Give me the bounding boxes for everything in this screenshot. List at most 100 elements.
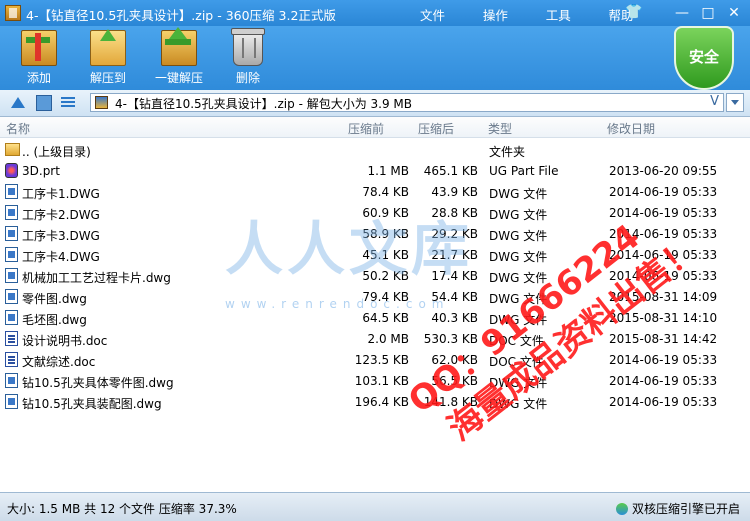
menu-operation[interactable]: 操作 bbox=[483, 5, 508, 24]
file-type: DWG 文件 bbox=[489, 376, 548, 390]
one-click-extract-label: 一键解压 bbox=[154, 71, 203, 85]
file-type: DOC 文件 bbox=[489, 334, 544, 348]
file-size: 465.1 KB bbox=[423, 164, 478, 178]
file-modified: 2015-08-31 14:42 bbox=[609, 332, 718, 346]
add-archive-icon bbox=[21, 30, 57, 66]
add-button[interactable]: 添加 bbox=[4, 30, 74, 86]
add-label: 添加 bbox=[26, 71, 51, 85]
file-name: 钻10.5孔夹具装配图.dwg bbox=[22, 397, 162, 411]
file-name: 工序卡2.DWG bbox=[22, 208, 100, 222]
file-name: .. (上级目录) bbox=[22, 145, 91, 159]
file-size: 530.3 KB bbox=[423, 332, 478, 346]
file-modified: 2014-06-19 05:33 bbox=[609, 353, 718, 367]
file-row[interactable]: 钻10.5孔夹具装配图.dwg 196.4 KB 141.8 KB DWG 文件… bbox=[0, 391, 750, 412]
dwg-file-icon bbox=[5, 373, 18, 388]
file-modified: 2014-06-19 05:33 bbox=[609, 374, 718, 388]
file-name: 3D.prt bbox=[22, 164, 60, 178]
file-name: 设计说明书.doc bbox=[22, 334, 108, 348]
file-modified: 2014-06-19 05:33 bbox=[609, 395, 718, 409]
zip-file-icon bbox=[95, 96, 108, 109]
dwg-file-icon bbox=[5, 226, 18, 241]
list-view-icon[interactable] bbox=[60, 95, 76, 111]
file-type: DWG 文件 bbox=[489, 292, 548, 306]
extract-to-button[interactable]: 解压到 bbox=[73, 29, 143, 86]
column-name[interactable]: 名称 bbox=[6, 120, 30, 137]
file-type: UG Part File bbox=[489, 164, 559, 178]
thumbnail-view-icon[interactable] bbox=[36, 95, 52, 111]
maximize-button[interactable]: □ bbox=[698, 4, 718, 22]
file-packed: 1.1 MB bbox=[367, 164, 409, 178]
file-modified: 2014-06-19 05:33 bbox=[609, 185, 718, 199]
close-button[interactable]: ✕ bbox=[724, 4, 744, 22]
address-v-mark: V bbox=[710, 94, 719, 109]
file-type: 文件夹 bbox=[489, 145, 526, 159]
delete-label: 删除 bbox=[235, 71, 260, 85]
file-name: 钻10.5孔夹具体零件图.dwg bbox=[22, 376, 174, 390]
file-packed: 103.1 KB bbox=[354, 374, 409, 388]
trash-bin-icon bbox=[231, 28, 265, 66]
file-modified: 2014-06-19 05:33 bbox=[609, 227, 718, 241]
column-type[interactable]: 类型 bbox=[488, 120, 512, 137]
file-type: DWG 文件 bbox=[489, 313, 548, 327]
file-size: 56.5 KB bbox=[431, 374, 478, 388]
file-type: DWG 文件 bbox=[489, 397, 548, 411]
dwg-file-icon bbox=[5, 268, 18, 283]
file-modified: 2014-06-19 05:33 bbox=[609, 248, 718, 262]
engine-status-text: 双核压缩引擎已开启 bbox=[631, 502, 740, 516]
file-row[interactable]: 3D.prt 1.1 MB 465.1 KB UG Part File 2013… bbox=[0, 160, 750, 181]
engine-status: 双核压缩引擎已开启 bbox=[615, 500, 740, 517]
file-name: 工序卡3.DWG bbox=[22, 229, 100, 243]
dwg-file-icon bbox=[5, 205, 18, 220]
file-packed: 64.5 KB bbox=[362, 311, 409, 325]
file-name: 机械加工工艺过程卡片.dwg bbox=[22, 271, 171, 285]
file-list: 名称 压缩前 压缩后 类型 修改日期 .. (上级目录) 文件夹 3D.prt … bbox=[0, 117, 750, 492]
file-type: DWG 文件 bbox=[489, 208, 548, 222]
ug-part-file-icon bbox=[5, 163, 18, 178]
file-packed: 123.5 KB bbox=[354, 353, 409, 367]
archive-app-icon bbox=[5, 5, 21, 21]
title-bar: 4-【钻直径10.5孔夹具设计】.zip - 360压缩 3.2正式版 文件 操… bbox=[0, 0, 750, 26]
extract-folder-icon bbox=[90, 29, 126, 66]
address-field[interactable]: 4-【钻直径10.5孔夹具设计】.zip - 解包大小为 3.9 MB V bbox=[90, 93, 724, 112]
file-packed: 78.4 KB bbox=[362, 185, 409, 199]
watermark-url: www.renrendoc.com bbox=[225, 297, 450, 311]
file-modified: 2015-08-31 14:09 bbox=[609, 290, 718, 304]
one-click-extract-button[interactable]: 一键解压 bbox=[144, 27, 214, 86]
up-arrow-icon[interactable] bbox=[10, 95, 26, 111]
column-packed[interactable]: 压缩前 bbox=[348, 120, 384, 137]
file-size: 62.0 KB bbox=[431, 353, 478, 367]
file-row[interactable]: 设计说明书.doc 2.0 MB 530.3 KB DOC 文件 2015-08… bbox=[0, 328, 750, 349]
file-modified: 2014-06-19 05:33 bbox=[609, 269, 718, 283]
file-type: DWG 文件 bbox=[489, 271, 548, 285]
delete-button[interactable]: 删除 bbox=[213, 28, 283, 86]
dwg-file-icon bbox=[5, 310, 18, 325]
file-modified: 2013-06-20 09:55 bbox=[609, 164, 718, 178]
skin-shirt-icon[interactable]: 👕 bbox=[625, 4, 642, 20]
file-modified: 2014-06-19 05:33 bbox=[609, 206, 718, 220]
file-row[interactable]: 钻10.5孔夹具体零件图.dwg 103.1 KB 56.5 KB DWG 文件… bbox=[0, 370, 750, 391]
file-row[interactable]: .. (上级目录) 文件夹 bbox=[0, 139, 750, 160]
doc-file-icon bbox=[5, 352, 18, 367]
column-header-row: 名称 压缩前 压缩后 类型 修改日期 bbox=[0, 117, 750, 138]
status-bar: 大小: 1.5 MB 共 12 个文件 压缩率 37.3% 双核压缩引擎已开启 bbox=[0, 492, 750, 521]
security-shield-badge[interactable]: 安全 bbox=[674, 26, 734, 90]
archive-path-text: 4-【钻直径10.5孔夹具设计】.zip - 解包大小为 3.9 MB bbox=[115, 97, 413, 111]
folder-icon bbox=[5, 143, 20, 156]
file-size: 40.3 KB bbox=[431, 311, 478, 325]
menu-tools[interactable]: 工具 bbox=[546, 5, 571, 24]
file-name: 毛坯图.dwg bbox=[22, 313, 87, 327]
minimize-button[interactable]: — bbox=[672, 4, 692, 22]
file-name: 文献综述.doc bbox=[22, 355, 96, 369]
file-packed: 196.4 KB bbox=[354, 395, 409, 409]
file-type: DWG 文件 bbox=[489, 250, 548, 264]
menu-file[interactable]: 文件 bbox=[420, 5, 445, 24]
dual-core-engine-icon bbox=[615, 503, 628, 515]
dwg-file-icon bbox=[5, 184, 18, 199]
file-row[interactable]: 工序卡1.DWG 78.4 KB 43.9 KB DWG 文件 2014-06-… bbox=[0, 181, 750, 202]
column-size[interactable]: 压缩后 bbox=[418, 120, 454, 137]
column-modified[interactable]: 修改日期 bbox=[607, 120, 655, 137]
file-row[interactable]: 文献综述.doc 123.5 KB 62.0 KB DOC 文件 2014-06… bbox=[0, 349, 750, 370]
address-dropdown-icon[interactable] bbox=[726, 93, 744, 112]
file-name: 零件图.dwg bbox=[22, 292, 87, 306]
file-name: 工序卡1.DWG bbox=[22, 187, 100, 201]
